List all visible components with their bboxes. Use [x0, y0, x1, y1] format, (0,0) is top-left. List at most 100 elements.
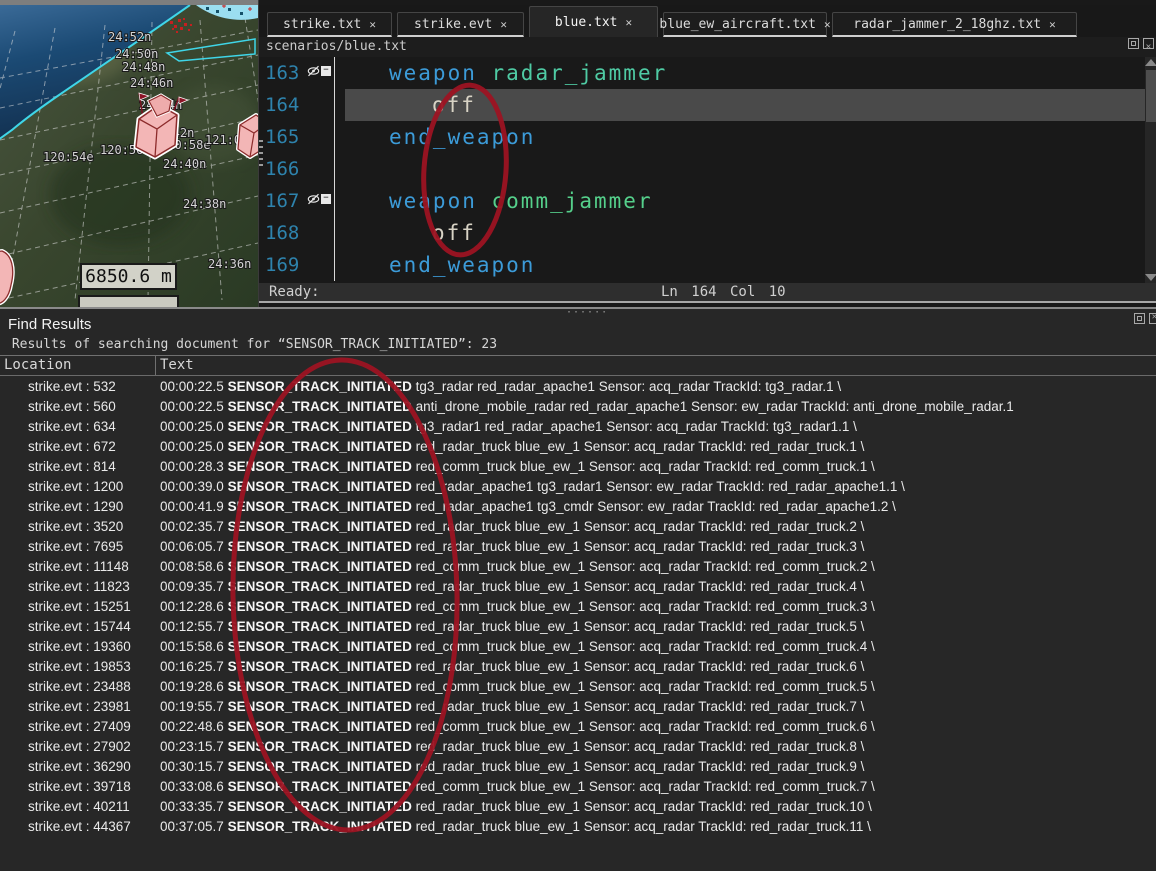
result-row[interactable]: strike.evt : 814 00:00:28.3 SENSOR_TRACK_…	[0, 457, 1156, 477]
editor-vertical-scrollbar[interactable]	[1145, 57, 1156, 283]
close-panel-icon[interactable]: ✕	[1143, 38, 1154, 49]
result-text: 00:00:25.0 SENSOR_TRACK_INITIATED tg3_ra…	[160, 417, 857, 437]
result-row[interactable]: strike.evt : 3629000:30:15.7 SENSOR_TRAC…	[0, 757, 1156, 777]
fold-collapse-icon[interactable]: −	[321, 194, 331, 204]
splitter-handle[interactable]	[259, 140, 263, 166]
float-panel-icon[interactable]	[1128, 38, 1139, 49]
code-line-165[interactable]: 165end_weapon	[259, 121, 1156, 153]
line-number[interactable]: 165	[259, 121, 335, 153]
code-line-169[interactable]: 169end_weapon	[259, 249, 1156, 281]
result-location: strike.evt : 1200	[28, 477, 123, 497]
result-location: strike.evt : 814	[28, 457, 116, 477]
result-row[interactable]: strike.evt : 53200:00:22.5 SENSOR_TRACK_…	[0, 377, 1156, 397]
tab-blue-txt[interactable]: blue.txt ✕	[529, 6, 658, 37]
result-text: 00:09:35.7 SENSOR_TRACK_INITIATED red_ra…	[160, 577, 864, 597]
tab-close-icon[interactable]: ✕	[1049, 18, 1056, 31]
result-row[interactable]: strike.evt : 634 00:00:25.0 SENSOR_TRACK_…	[0, 417, 1156, 437]
result-row[interactable]: strike.evt : 3971800:33:08.6 SENSOR_TRAC…	[0, 777, 1156, 797]
scroll-down-icon[interactable]	[1145, 274, 1156, 281]
result-row[interactable]: strike.evt : 2348800:19:28.6 SENSOR_TRAC…	[0, 677, 1156, 697]
editor-tab-bar: strike.txt✕strike.evt✕blue.txt✕blue_ew_a…	[259, 5, 1156, 37]
tab-label: blue.txt	[555, 15, 618, 30]
current-line[interactable]: off	[335, 89, 1145, 121]
result-row[interactable]: strike.evt : 352000:02:35.7 SENSOR_TRACK…	[0, 517, 1156, 537]
result-row[interactable]: strike.evt : 1525100:12:28.6 SENSOR_TRAC…	[0, 597, 1156, 617]
result-location: strike.evt : 19853	[28, 657, 131, 677]
column-location[interactable]: Location	[4, 356, 71, 375]
result-row[interactable]: strike.evt : 120000:00:39.0 SENSOR_TRACK…	[0, 477, 1156, 497]
token-sp	[477, 61, 492, 85]
tab-close-icon[interactable]: ✕	[824, 18, 831, 31]
cursor-position-label: Ln 164 Col 10	[661, 283, 786, 301]
token-off: off	[432, 93, 476, 117]
tab-blue_ew_aircraft-txt[interactable]: blue_ew_aircraft.txt✕	[663, 12, 827, 37]
scroll-up-icon[interactable]	[1145, 59, 1156, 66]
column-text[interactable]: Text	[160, 356, 194, 375]
tab-close-icon[interactable]: ✕	[369, 18, 376, 31]
code-line-166[interactable]: 166	[259, 153, 1156, 185]
app-window: 24:52n24:50n24:48n24:46n24:44n24:42n24:4…	[0, 0, 1156, 871]
code-text[interactable]: weapon radar_jammer	[335, 57, 1145, 89]
result-row[interactable]: strike.evt : 1985300:16:25.7 SENSOR_TRAC…	[0, 657, 1156, 677]
code-line-163[interactable]: 163−weapon radar_jammer	[259, 57, 1156, 89]
code-text[interactable]: off	[335, 217, 1145, 249]
token-kw: weapon	[389, 61, 477, 85]
result-row[interactable]: strike.evt : 67200:00:25.0 SENSOR_TRACK_…	[0, 437, 1156, 457]
result-row[interactable]: strike.evt : 1936000:15:58.6 SENSOR_TRAC…	[0, 637, 1156, 657]
line-number[interactable]: 167−	[259, 185, 335, 217]
column-divider[interactable]	[155, 356, 156, 375]
code-line-164[interactable]: 164 off	[259, 89, 1156, 121]
result-row[interactable]: strike.evt : 2398100:19:55.7 SENSOR_TRAC…	[0, 697, 1156, 717]
result-row[interactable]: strike.evt : 1574400:12:55.7 SENSOR_TRAC…	[0, 617, 1156, 637]
result-location: strike.evt : 23488	[28, 677, 131, 697]
tab-close-icon[interactable]: ✕	[500, 18, 507, 31]
result-text: 00:00:28.3 SENSOR_TRACK_INITIATED red_co…	[160, 457, 875, 477]
status-ready-label: Ready:	[269, 283, 320, 301]
result-row[interactable]: strike.evt : 4436700:37:05.7 SENSOR_TRAC…	[0, 817, 1156, 837]
grid-label: 120:54e	[43, 150, 94, 164]
map-scale-readout: 6850.6 m	[80, 263, 177, 290]
line-number[interactable]: 169	[259, 249, 335, 281]
result-text: 00:12:55.7 SENSOR_TRACK_INITIATED red_ra…	[160, 617, 864, 637]
result-row[interactable]: strike.evt : 2790200:23:15.7 SENSOR_TRAC…	[0, 737, 1156, 757]
map-viewport[interactable]: 24:52n24:50n24:48n24:46n24:44n24:42n24:4…	[0, 5, 258, 307]
line-number[interactable]: 163−	[259, 57, 335, 89]
eye-slash-icon[interactable]	[307, 193, 320, 205]
result-row[interactable]: strike.evt : 769500:06:05.7 SENSOR_TRACK…	[0, 537, 1156, 557]
result-row[interactable]: strike.evt : 56000:00:22.5 SENSOR_TRACK_…	[0, 397, 1156, 417]
token-off: off	[432, 221, 476, 245]
line-number[interactable]: 166	[259, 153, 335, 185]
result-text: 00:37:05.7 SENSOR_TRACK_INITIATED red_ra…	[160, 817, 871, 837]
code-editor[interactable]: 163−weapon radar_jammer164off165end_weap…	[259, 57, 1156, 283]
eye-slash-icon[interactable]	[307, 65, 320, 77]
tab-radar_jammer_2_18ghz-txt[interactable]: radar_jammer_2_18ghz.txt ✕	[832, 12, 1077, 37]
editor-status-bar: Ready: Ln 164 Col 10	[259, 283, 1156, 303]
scrollbar-thumb[interactable]	[1146, 70, 1156, 122]
code-line-167[interactable]: 167−weapon comm_jammer	[259, 185, 1156, 217]
result-text: 00:08:58.6 SENSOR_TRACK_INITIATED red_co…	[160, 557, 875, 577]
panel-drag-handle[interactable]: ······	[566, 310, 608, 316]
fold-collapse-icon[interactable]: −	[321, 66, 331, 76]
code-text[interactable]: end_weapon	[335, 121, 1145, 153]
result-location: strike.evt : 634	[28, 417, 116, 437]
code-text[interactable]: weapon comm_jammer	[335, 185, 1145, 217]
result-row[interactable]: strike.evt : 2740900:22:48.6 SENSOR_TRAC…	[0, 717, 1156, 737]
result-row[interactable]: strike.evt : 1114800:08:58.6 SENSOR_TRAC…	[0, 557, 1156, 577]
tab-strike-txt[interactable]: strike.txt✕	[267, 12, 392, 37]
grid-label: 24:46n	[130, 76, 173, 90]
result-row[interactable]: strike.evt : 1182300:09:35.7 SENSOR_TRAC…	[0, 577, 1156, 597]
tab-close-icon[interactable]: ✕	[626, 16, 633, 29]
code-text[interactable]: end_weapon	[335, 249, 1145, 281]
code-line-168[interactable]: 168 off	[259, 217, 1156, 249]
line-number[interactable]: 164	[259, 89, 335, 121]
result-row[interactable]: strike.evt : 4021100:33:35.7 SENSOR_TRAC…	[0, 797, 1156, 817]
close-panel-icon[interactable]: ✕	[1149, 313, 1156, 324]
code-text[interactable]	[335, 153, 1145, 185]
tab-strike-evt[interactable]: strike.evt✕	[397, 12, 524, 37]
result-location: strike.evt : 36290	[28, 757, 131, 777]
line-number[interactable]: 168	[259, 217, 335, 249]
result-location: strike.evt : 40211	[28, 797, 130, 817]
float-panel-icon[interactable]	[1134, 313, 1145, 324]
tab-label: radar_jammer_2_18ghz.txt	[853, 17, 1041, 32]
result-row[interactable]: strike.evt : 129000:00:41.9 SENSOR_TRACK…	[0, 497, 1156, 517]
